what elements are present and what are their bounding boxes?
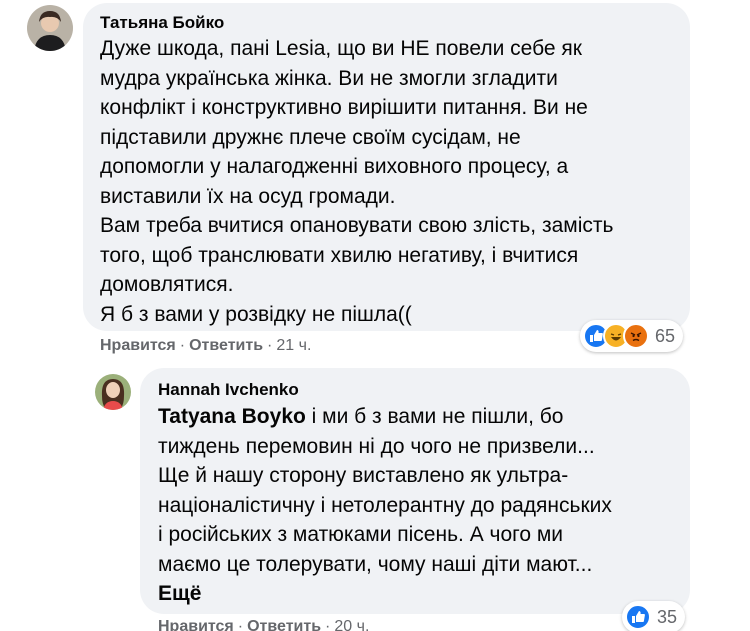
comment-author[interactable]: Татьяна Бойко (100, 13, 224, 33)
separator: · (267, 337, 273, 354)
like-button[interactable]: Нравится (158, 618, 234, 631)
see-more-link[interactable]: Ещё (158, 579, 612, 609)
comment-line: домовлятися. (100, 273, 234, 296)
comment-line-rest: і ми б з вами не пішли, бо (305, 405, 564, 428)
mention-link[interactable]: Tatyana Boyko (158, 405, 306, 428)
comment-line: маємо це толерувати, чому наші діти мают… (158, 552, 593, 576)
comment-line: тиждень перемовин ні до чого не призвели… (158, 434, 595, 458)
comment-text: Tatyana Boyko і ми б з вами не пішли, бо… (158, 402, 612, 609)
angry-reaction-icon (623, 323, 649, 349)
comment-line: Дуже шкода, пані Lesia, що ви НЕ повели … (100, 37, 582, 60)
like-button[interactable]: Нравится (100, 337, 176, 354)
comment-line: націоналістичну і нетолерантну до радянс… (158, 493, 612, 517)
comment-line: виставили їх на осуд громади. (100, 184, 396, 208)
comment-line: конфлікт і конструктивно вирішити питанн… (100, 96, 588, 119)
timestamp[interactable]: 21 ч. (276, 337, 311, 354)
comment-line: і російських з матюками пісень. А чого м… (158, 523, 564, 546)
avatar-hannah[interactable] (95, 374, 131, 410)
comment-line: мудра українська жінка. Ви не змогли згл… (100, 66, 558, 90)
comment-line: допомогли у налагодженні виховного проце… (100, 155, 569, 178)
separator: · (237, 618, 244, 631)
comment-actions: Нравится · Ответить · 20 ч. (158, 618, 369, 631)
comment-line: Я б з вами у розвідку не пішла(( (100, 302, 412, 326)
comment-actions: Нравится · Ответить · 21 ч. (100, 337, 311, 355)
reply-button[interactable]: Ответить (189, 337, 263, 354)
separator: · (325, 618, 331, 631)
reaction-count: 35 (657, 606, 678, 627)
comment-line: Ще й нашу сторону виставлено як ультра- (158, 464, 569, 487)
separator: · (179, 337, 186, 354)
reply-button[interactable]: Ответить (247, 618, 321, 631)
like-reaction-icon (625, 604, 651, 630)
comment-author[interactable]: Hannah Ivchenko (158, 380, 299, 400)
comment-line: того, щоб транслювати хвилю негативу, і … (100, 243, 579, 267)
reaction-count: 65 (655, 325, 676, 346)
reaction-summary[interactable]: 35 (622, 601, 686, 631)
avatar-tatyana[interactable] (27, 5, 73, 51)
comment-line: Вам треба вчитися опановувати свою зліст… (100, 214, 614, 237)
timestamp[interactable]: 20 ч. (334, 618, 369, 631)
comment-text: Дуже шкода, пані Lesia, що ви НЕ повели … (100, 34, 613, 329)
comment-line: підставили дружнє плече своїм сусідам, н… (100, 125, 521, 149)
comment-line: Tatyana Boyko і ми б з вами не пішли, бо (158, 402, 612, 432)
reaction-summary[interactable]: 65 (580, 320, 684, 352)
